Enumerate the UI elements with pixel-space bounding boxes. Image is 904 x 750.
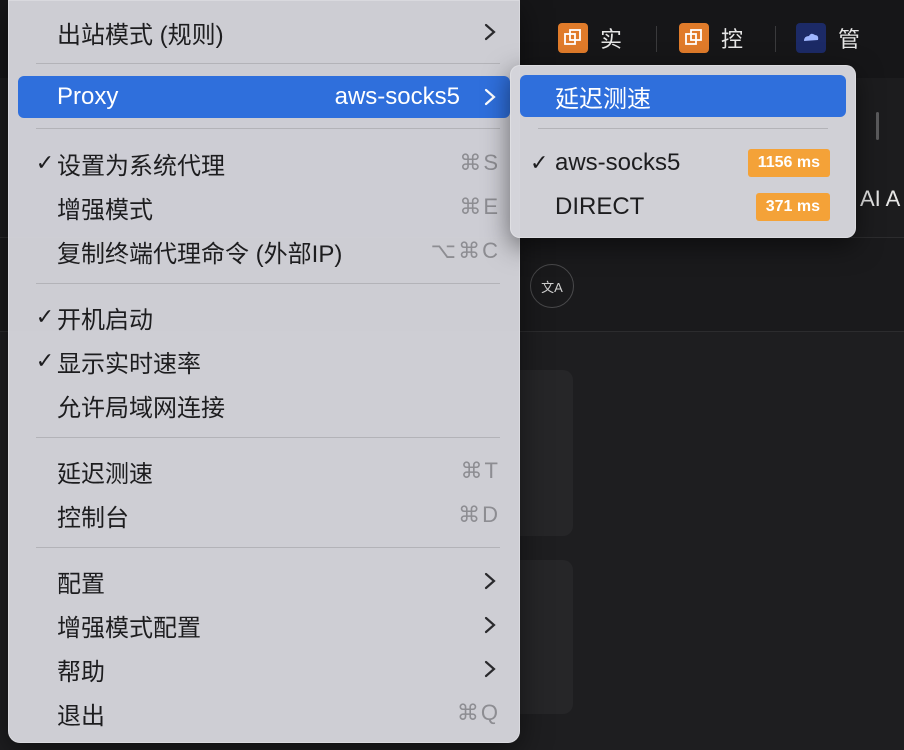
chevron-right-icon: [484, 88, 496, 106]
menu-separator: [538, 128, 828, 129]
menu-item-enhanced-mode[interactable]: 增强模式 ⌘E: [18, 187, 510, 227]
menu-item-quit[interactable]: 退出 ⌘Q: [18, 693, 510, 733]
menu-item-proxy[interactable]: Proxy aws-socks5: [18, 76, 510, 118]
submenu-item-proxy-aws[interactable]: ✓ aws-socks5 1156 ms: [520, 142, 846, 184]
menu-item-latency-test[interactable]: 延迟测速 ⌘T: [18, 451, 510, 491]
checkmark-icon: ✓: [35, 348, 55, 373]
chevron-right-icon: [484, 616, 496, 634]
browser-tab-3[interactable]: 管: [796, 20, 860, 56]
menu-item-help[interactable]: 帮助: [18, 649, 510, 689]
shortcut-label: ⌥⌘C: [430, 238, 500, 263]
menu-item-launch-at-login[interactable]: ✓ 开机启动: [18, 297, 510, 337]
tray-menu: 出站模式 (规则) Proxy aws-socks5 ✓ 设置为系统代理 ⌘S …: [8, 0, 520, 743]
menu-separator: [36, 547, 500, 548]
chevron-right-icon: [484, 572, 496, 590]
cloud-logo-icon: [796, 23, 826, 53]
menu-item-allow-lan[interactable]: 允许局域网连接: [18, 385, 510, 425]
checkmark-icon: ✓: [35, 304, 55, 329]
proxy-submenu: 延迟测速 ✓ aws-socks5 1156 ms DIRECT 371 ms: [510, 65, 856, 238]
resize-handle[interactable]: [876, 112, 879, 140]
tab-label: 实: [600, 27, 623, 52]
menu-separator: [36, 283, 500, 284]
tab-divider: [656, 26, 657, 52]
checkmark-icon: ✓: [35, 150, 55, 175]
shortcut-label: ⌘E: [459, 194, 500, 219]
proxy-app-icon: [679, 23, 709, 53]
browser-tab-1[interactable]: 实: [558, 20, 622, 56]
latency-badge: 1156 ms: [747, 149, 830, 177]
menu-item-outbound-mode[interactable]: 出站模式 (规则): [18, 12, 510, 52]
proxy-app-icon: [558, 23, 588, 53]
chevron-right-icon: [484, 23, 496, 41]
translate-icon[interactable]: 文A: [530, 264, 574, 308]
checkmark-icon: ✓: [530, 150, 549, 175]
menu-separator: [36, 128, 500, 129]
menu-item-show-speed[interactable]: ✓ 显示实时速率: [18, 341, 510, 381]
chevron-right-icon: [484, 660, 496, 678]
tab-label: 管: [838, 27, 861, 52]
shortcut-label: ⌘S: [459, 150, 500, 175]
menu-separator: [36, 437, 500, 438]
side-label[interactable]: AI A: [860, 186, 900, 212]
shortcut-label: ⌘T: [460, 458, 500, 483]
shortcut-label: ⌘D: [458, 502, 500, 527]
submenu-item-proxy-direct[interactable]: DIRECT 371 ms: [520, 186, 846, 228]
browser-tab-2[interactable]: 控: [679, 20, 743, 56]
menu-item-dashboard[interactable]: 控制台 ⌘D: [18, 495, 510, 535]
latency-badge: 371 ms: [755, 193, 830, 221]
shortcut-label: ⌘Q: [456, 700, 500, 725]
menu-item-copy-terminal-command[interactable]: 复制终端代理命令 (外部IP) ⌥⌘C: [18, 231, 510, 271]
menu-item-enhanced-config[interactable]: 增强模式配置: [18, 605, 510, 645]
menu-item-set-system-proxy[interactable]: ✓ 设置为系统代理 ⌘S: [18, 143, 510, 183]
submenu-item-latency-test[interactable]: 延迟测速: [520, 75, 846, 117]
menu-item-config[interactable]: 配置: [18, 561, 510, 601]
tab-divider: [775, 26, 776, 52]
menu-separator: [36, 63, 500, 64]
proxy-selected-value: aws-socks5: [334, 83, 460, 110]
tab-label: 控: [721, 27, 744, 52]
